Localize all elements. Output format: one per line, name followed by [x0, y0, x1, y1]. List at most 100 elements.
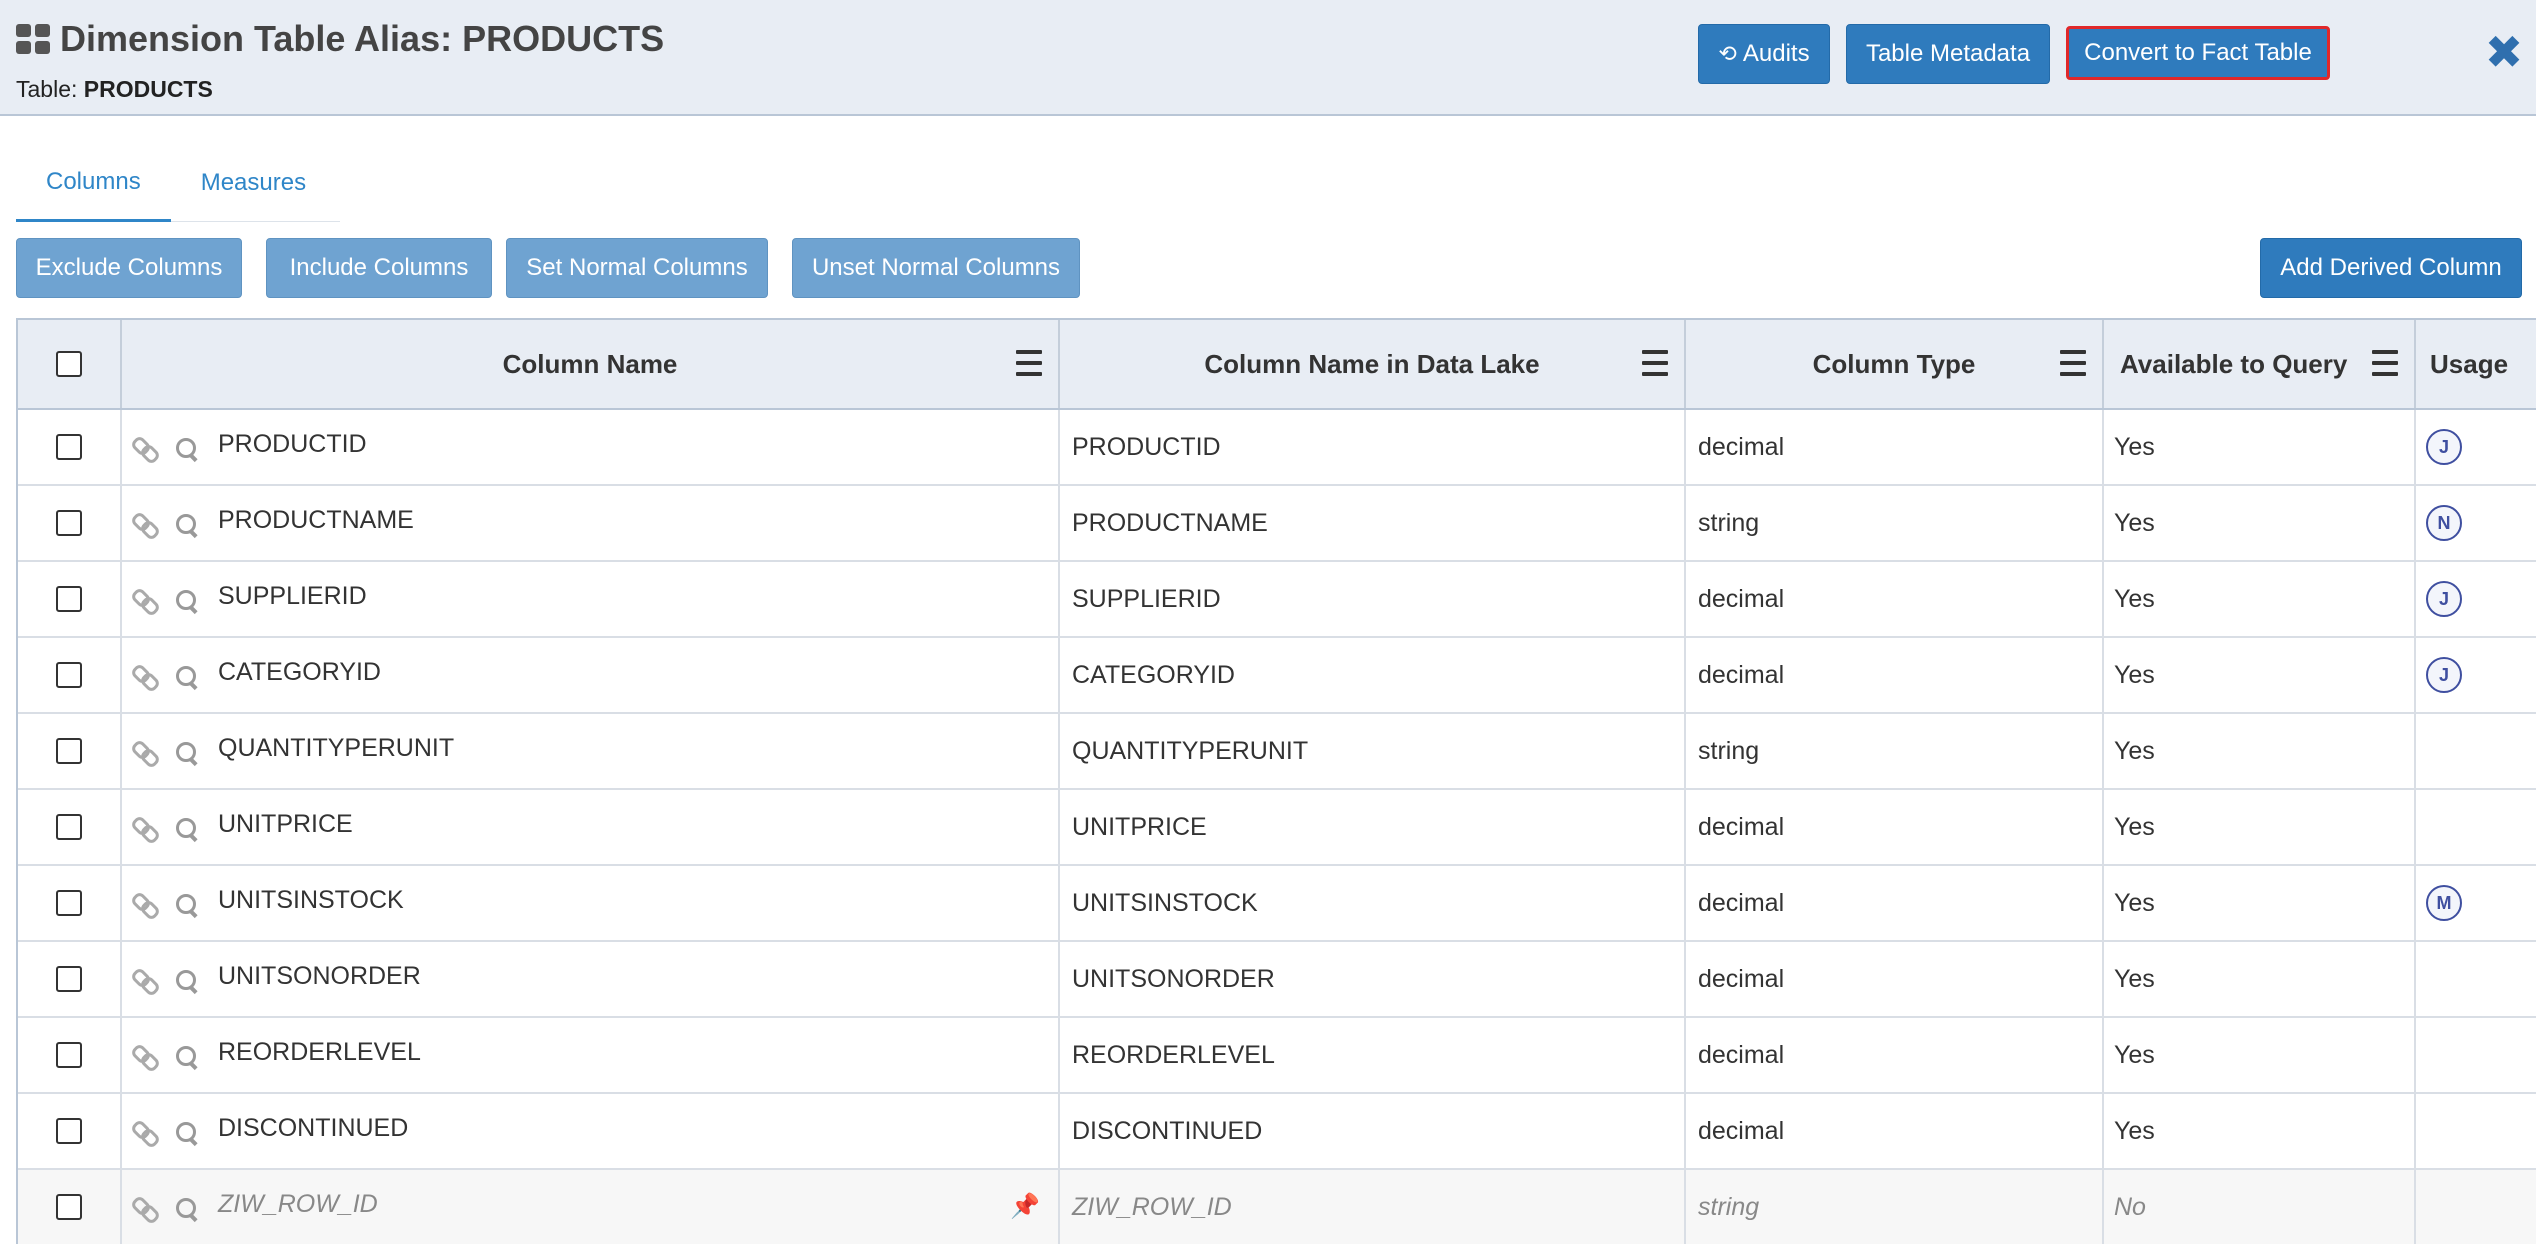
column-name: ZIW_ROW_ID — [218, 1189, 378, 1218]
available-to-query-cell: Yes — [2104, 486, 2416, 560]
link-icon[interactable] — [132, 739, 156, 763]
search-icon[interactable] — [174, 1046, 198, 1070]
row-checkbox[interactable] — [56, 814, 82, 840]
table-row[interactable]: DISCONTINUED DISCONTINUED decimal Yes — [18, 1094, 2536, 1170]
row-checkbox[interactable] — [56, 662, 82, 688]
data-lake-name-cell: PRODUCTID — [1060, 410, 1686, 484]
audits-button[interactable]: ⟲ Audits — [1698, 24, 1830, 84]
add-derived-column-button[interactable]: Add Derived Column — [2260, 238, 2522, 298]
row-checkbox[interactable] — [56, 738, 82, 764]
column-type: string — [1698, 1192, 1760, 1221]
column-menu-icon[interactable] — [2060, 350, 2086, 376]
link-icon[interactable] — [132, 663, 156, 687]
column-name: UNITSINSTOCK — [218, 885, 404, 914]
search-icon[interactable] — [174, 438, 198, 462]
row-checkbox[interactable] — [56, 434, 82, 460]
row-checkbox[interactable] — [56, 1042, 82, 1068]
search-icon[interactable] — [174, 590, 198, 614]
data-lake-name: QUANTITYPERUNIT — [1072, 736, 1309, 765]
row-checkbox[interactable] — [56, 1194, 82, 1220]
link-icon[interactable] — [132, 435, 156, 459]
row-select-cell — [18, 790, 122, 864]
table-row[interactable]: REORDERLEVEL REORDERLEVEL decimal Yes — [18, 1018, 2536, 1094]
search-icon[interactable] — [174, 666, 198, 690]
select-all-checkbox[interactable] — [56, 351, 82, 377]
title-row: Dimension Table Alias: PRODUCTS — [16, 18, 664, 60]
header-column-name-in-data-lake[interactable]: Column Name in Data Lake — [1060, 320, 1686, 408]
row-checkbox[interactable] — [56, 510, 82, 536]
search-icon[interactable] — [174, 818, 198, 842]
table-row[interactable]: CATEGORYID CATEGORYID decimal Yes J — [18, 638, 2536, 714]
link-icon[interactable] — [132, 1043, 156, 1067]
column-name: QUANTITYPERUNIT — [218, 733, 455, 762]
row-checkbox[interactable] — [56, 586, 82, 612]
row-select-cell — [18, 638, 122, 712]
column-name-cell: DISCONTINUED — [122, 1094, 1060, 1168]
tab-bar: Columns Measures — [16, 144, 340, 222]
tab-columns[interactable]: Columns — [16, 144, 171, 222]
column-menu-icon[interactable] — [1642, 350, 1668, 376]
usage-cell — [2416, 942, 2536, 1016]
dialog-header: Dimension Table Alias: PRODUCTS Table: P… — [0, 0, 2536, 116]
row-checkbox[interactable] — [56, 966, 82, 992]
column-name-cell: REORDERLEVEL — [122, 1018, 1060, 1092]
unset-normal-columns-button[interactable]: Unset Normal Columns — [792, 238, 1080, 298]
header-available-to-query[interactable]: Available to Query — [2104, 320, 2416, 408]
table-row[interactable]: PRODUCTID PRODUCTID decimal Yes J — [18, 410, 2536, 486]
convert-to-fact-table-button[interactable]: Convert to Fact Table — [2066, 26, 2330, 80]
search-icon[interactable] — [174, 1198, 198, 1222]
row-select-cell — [18, 410, 122, 484]
search-icon[interactable] — [174, 514, 198, 538]
set-normal-columns-button[interactable]: Set Normal Columns — [506, 238, 768, 298]
link-icon[interactable] — [132, 1119, 156, 1143]
search-icon[interactable] — [174, 894, 198, 918]
column-menu-icon[interactable] — [2372, 350, 2398, 376]
row-select-cell — [18, 486, 122, 560]
available-to-query-cell: Yes — [2104, 942, 2416, 1016]
table-metadata-button[interactable]: Table Metadata — [1846, 24, 2050, 84]
row-select-cell — [18, 562, 122, 636]
column-type: string — [1698, 736, 1760, 765]
header-column-name[interactable]: Column Name — [122, 320, 1060, 408]
search-icon[interactable] — [174, 1122, 198, 1146]
header-column-type[interactable]: Column Type — [1686, 320, 2104, 408]
link-icon[interactable] — [132, 815, 156, 839]
column-name: UNITSONORDER — [218, 961, 421, 990]
available-to-query: No — [2114, 1192, 2146, 1221]
table-row[interactable]: UNITSONORDER UNITSONORDER decimal Yes — [18, 942, 2536, 1018]
link-icon[interactable] — [132, 511, 156, 535]
row-select-cell — [18, 714, 122, 788]
header-usage[interactable]: Usage — [2416, 320, 2536, 408]
pin-icon[interactable]: 📌 — [1010, 1192, 1040, 1221]
table-row[interactable]: QUANTITYPERUNIT QUANTITYPERUNIT string Yes — [18, 714, 2536, 790]
table-row[interactable]: PRODUCTNAME PRODUCTNAME string Yes N — [18, 486, 2536, 562]
column-name-cell: UNITSINSTOCK — [122, 866, 1060, 940]
available-to-query: Yes — [2114, 508, 2155, 537]
data-lake-name: ZIW_ROW_ID — [1072, 1192, 1232, 1221]
column-type-cell: decimal — [1686, 410, 2104, 484]
exclude-columns-button[interactable]: Exclude Columns — [16, 238, 242, 298]
data-lake-name-cell: UNITSONORDER — [1060, 942, 1686, 1016]
row-checkbox[interactable] — [56, 890, 82, 916]
table-row[interactable]: ZIW_ROW_ID 📌 ZIW_ROW_ID string No — [18, 1170, 2536, 1244]
link-icon[interactable] — [132, 891, 156, 915]
link-icon[interactable] — [132, 1195, 156, 1219]
table-row[interactable]: UNITSINSTOCK UNITSINSTOCK decimal Yes M — [18, 866, 2536, 942]
search-icon[interactable] — [174, 970, 198, 994]
column-menu-icon[interactable] — [1016, 350, 1042, 376]
available-to-query-cell: Yes — [2104, 1094, 2416, 1168]
column-name: SUPPLIERID — [218, 581, 367, 610]
search-icon[interactable] — [174, 742, 198, 766]
column-type: decimal — [1698, 1116, 1785, 1145]
link-icon[interactable] — [132, 587, 156, 611]
tab-measures[interactable]: Measures — [171, 144, 336, 222]
table-row[interactable]: SUPPLIERID SUPPLIERID decimal Yes J — [18, 562, 2536, 638]
available-to-query: Yes — [2114, 1040, 2155, 1069]
include-columns-button[interactable]: Include Columns — [266, 238, 492, 298]
row-checkbox[interactable] — [56, 1118, 82, 1144]
link-icon[interactable] — [132, 967, 156, 991]
column-name: UNITPRICE — [218, 809, 353, 838]
close-icon[interactable]: ✖ — [2484, 28, 2524, 76]
column-type: decimal — [1698, 964, 1785, 993]
table-row[interactable]: UNITPRICE UNITPRICE decimal Yes — [18, 790, 2536, 866]
